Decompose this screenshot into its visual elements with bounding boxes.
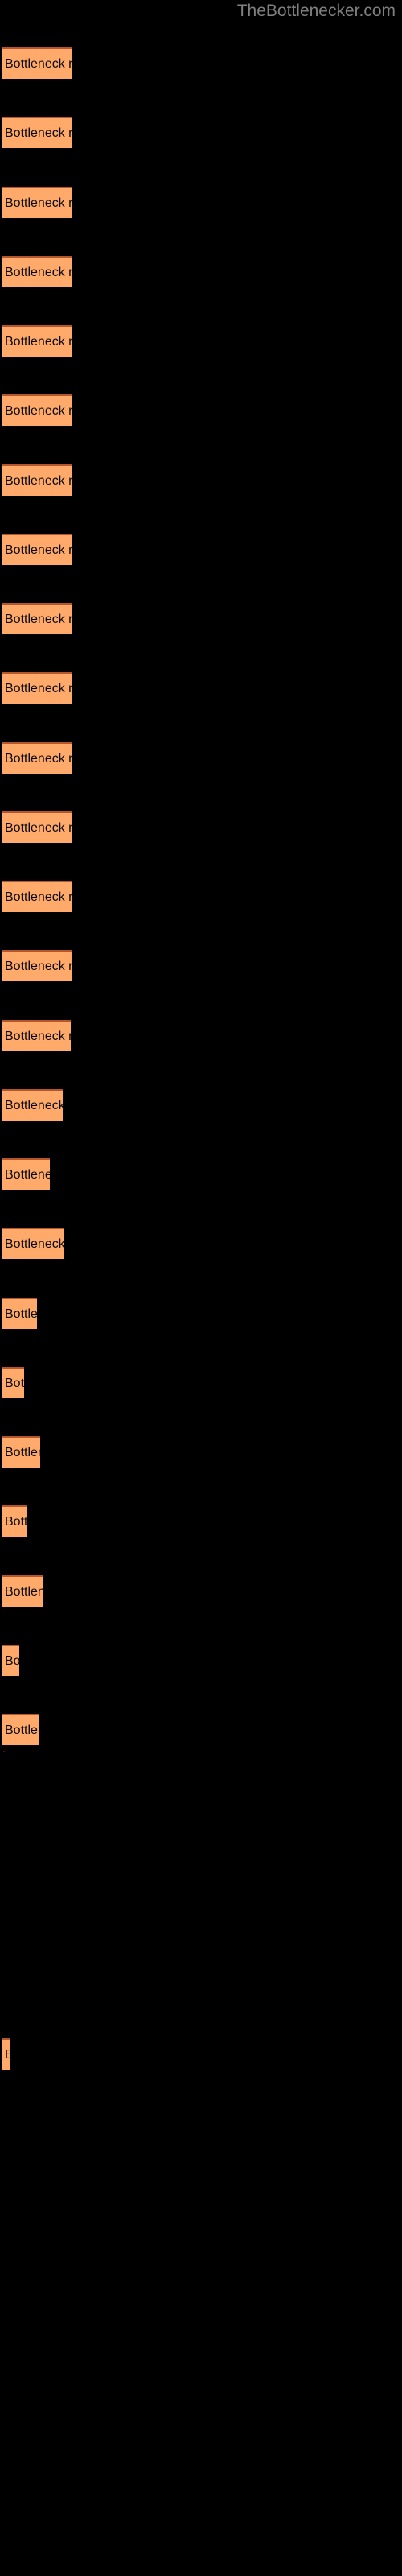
bottleneck-result-bar[interactable]: Bottleneck result — [2, 742, 72, 774]
bar-label: Bottleneck result — [5, 1030, 71, 1043]
bar-label: Bottleneck result — [5, 1446, 40, 1459]
bottleneck-result-bar[interactable]: Bottleneck result — [2, 1158, 50, 1190]
bar-label: Bottleneck result — [5, 1654, 19, 1668]
bar-label: Bottleneck result — [5, 752, 72, 766]
bottleneck-result-bar[interactable]: Bottleneck result — [2, 187, 72, 218]
bottleneck-result-bar[interactable]: Bottleneck result — [2, 1089, 63, 1121]
bar-label: Bottleneck result — [5, 404, 72, 418]
bar-label: Bottleneck result — [5, 474, 72, 488]
bar-label: Bottleneck result — [5, 2047, 10, 2063]
bottleneck-result-bar[interactable]: Bottleneck result — [2, 1645, 19, 1676]
bar-label: Bottleneck result — [5, 1377, 24, 1390]
bar-label: Bottleneck result — [5, 543, 72, 557]
bottleneck-result-bar[interactable]: Bottleneck result — [2, 464, 72, 496]
bottleneck-result-bar[interactable]: Bottleneck result — [2, 2038, 10, 2070]
bottleneck-result-bar[interactable]: Bottleneck result — [2, 117, 72, 148]
bottleneck-result-bar[interactable]: Bottleneck result — [2, 1020, 71, 1051]
bar-label: Bottleneck result — [5, 890, 72, 904]
bar-label: Bottleneck result — [5, 1168, 50, 1182]
bar-label: Bottleneck result — [5, 196, 72, 210]
bottleneck-result-bar[interactable]: Bottleneck result — [2, 256, 72, 287]
bar-label: Bottleneck result — [5, 1307, 37, 1321]
bar-label: Bottleneck result — [5, 1515, 27, 1529]
bar-label: Bottleneck result — [5, 960, 72, 973]
bottleneck-result-bar[interactable]: Bottleneck result — [2, 1367, 24, 1398]
bar-label: Bottleneck result — [5, 821, 72, 835]
bottleneck-result-bar[interactable]: Bottleneck result — [2, 325, 72, 357]
bottleneck-result-bar[interactable]: Bottleneck result — [2, 603, 72, 634]
bottleneck-result-bar[interactable]: Bottleneck result — [2, 1575, 43, 1607]
bottleneck-result-bar[interactable]: Bottleneck result — [2, 394, 72, 426]
bar-label: Bottleneck result — [5, 1585, 43, 1599]
bar-label: Bottleneck result — [5, 266, 72, 279]
bottleneck-result-bar[interactable]: Bottleneck result — [2, 1298, 37, 1329]
bar-label: Bottleneck result — [5, 126, 72, 140]
bottleneck-result-bar[interactable]: Bottleneck result — [2, 811, 72, 843]
bottleneck-result-bar[interactable]: Bottleneck result — [2, 1228, 64, 1259]
pixel-artifact — [3, 1751, 5, 1752]
bottleneck-result-bar[interactable]: Bottleneck result — [2, 950, 72, 981]
bottleneck-result-bar[interactable]: Bottleneck result — [2, 1436, 40, 1468]
bar-label: Bottleneck result — [5, 1099, 63, 1113]
page-root: TheBottlenecker.com Bottleneck resultBot… — [0, 0, 402, 2576]
bar-label: Bottleneck result — [5, 1724, 39, 1737]
bottleneck-result-bar[interactable]: Bottleneck result — [2, 672, 72, 704]
bottleneck-bar-chart: Bottleneck result Bottleneck result Bottle… — [0, 0, 402, 2576]
bottleneck-result-bar[interactable]: Bottleneck result — [2, 534, 72, 565]
bottleneck-result-bar[interactable]: Bottleneck result — [2, 47, 72, 79]
bar-label: Bottleneck result — [5, 613, 72, 626]
bottleneck-result-bar[interactable]: Bottleneck result — [2, 881, 72, 912]
bottleneck-result-bar[interactable]: Bottleneck result — [2, 1714, 39, 1745]
bar-label: Bottleneck result — [5, 57, 72, 71]
bar-label: Bottleneck result — [5, 335, 72, 349]
bottleneck-result-bar[interactable]: Bottleneck result — [2, 1505, 27, 1537]
bar-label: Bottleneck result — [5, 1237, 64, 1251]
bar-label: Bottleneck result — [5, 682, 72, 696]
